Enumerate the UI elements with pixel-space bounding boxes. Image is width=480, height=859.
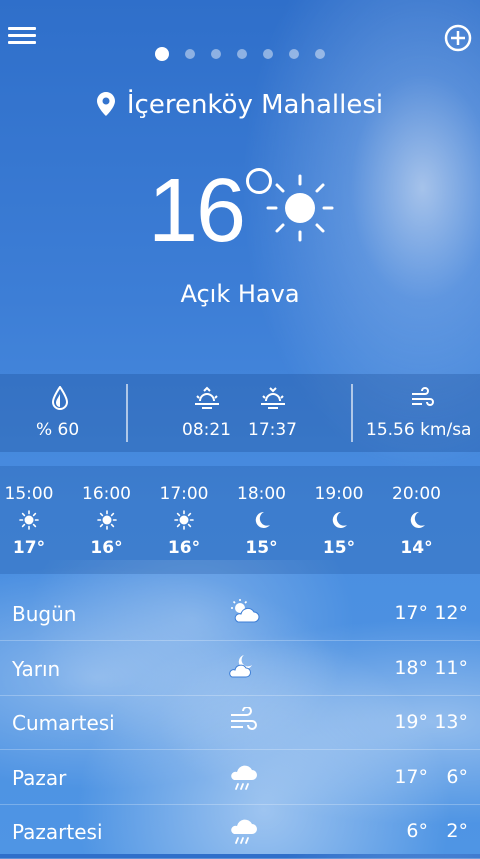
- sun-icon: [174, 510, 194, 534]
- location-header[interactable]: İçerenköy Mahallesi: [0, 90, 480, 120]
- daily-row[interactable]: Bugün 17° 12°: [0, 586, 480, 641]
- page-dot[interactable]: [185, 49, 195, 59]
- hour-temp: 16°: [167, 538, 201, 558]
- daily-row[interactable]: Pazartesi 6° 2°: [0, 804, 480, 859]
- add-location-icon[interactable]: [444, 24, 472, 52]
- day-low: 12°: [434, 602, 468, 624]
- page-indicator: [0, 44, 480, 63]
- daily-row[interactable]: Cumartesi 19° 13°: [0, 695, 480, 750]
- sunrise-icon: [195, 386, 219, 409]
- day-name: Pazar: [12, 765, 67, 790]
- day-low: 6°: [446, 765, 468, 788]
- humidity-value: % 60: [36, 420, 80, 440]
- page-dot[interactable]: [315, 49, 325, 59]
- hour-time: 17:00: [159, 484, 209, 504]
- sun-icon: [96, 510, 117, 534]
- sunrise-time: 08:21: [182, 420, 231, 440]
- partly-cloudy-night-icon: [228, 653, 260, 685]
- sunset-icon: [261, 387, 285, 409]
- stats-bar: % 60 08:21 17:37 15.56 km/sa: [0, 374, 480, 452]
- hour-time: 19:00: [314, 484, 364, 504]
- hour-time: 15:00: [4, 484, 54, 504]
- location-pin-icon: [96, 92, 115, 116]
- hour-time: 2: [460, 484, 480, 504]
- rain-icon: [228, 762, 260, 796]
- sunset-stat: 17:37: [246, 374, 306, 452]
- day-name: Yarın: [12, 656, 61, 681]
- page-dot[interactable]: [237, 49, 247, 59]
- humidity-drop-icon: [52, 386, 68, 410]
- page-dot[interactable]: [211, 49, 221, 59]
- page-dot[interactable]: [289, 49, 299, 59]
- day-high: 19°: [394, 711, 428, 733]
- current-temperature: 16: [148, 161, 246, 261]
- day-low: 2°: [446, 820, 468, 842]
- day-high: 17°: [394, 765, 428, 788]
- hourly-forecast[interactable]: 15:00 17° 16:00 16° 17:00 16° 18:00 15° 19:00 15°…: [0, 466, 480, 574]
- daily-row[interactable]: Yarın 18° 11°: [0, 641, 480, 696]
- hour-temp: 17°: [12, 538, 46, 558]
- stats-divider: [351, 384, 353, 442]
- wind-stat: 15.56 km/sa: [366, 374, 478, 452]
- day-high: 18°: [394, 656, 428, 679]
- hour-time: 16:00: [82, 484, 131, 504]
- top-bar: [0, 0, 480, 76]
- hour-temp: 14°: [400, 538, 433, 558]
- rain-icon: [228, 816, 260, 850]
- sun-icon: [266, 174, 334, 242]
- day-low: 11°: [434, 656, 468, 679]
- moon-icon: [329, 510, 349, 534]
- hour-temp: 15°: [322, 538, 356, 558]
- current-condition: Açık Hava: [180, 280, 300, 308]
- moon-icon: [252, 510, 272, 534]
- sunset-time: 17:37: [248, 420, 297, 440]
- partly-cloudy-day-icon: [228, 598, 260, 630]
- page-dot[interactable]: [263, 49, 273, 59]
- hour-time: 18:00: [237, 484, 286, 504]
- stats-divider: [126, 384, 128, 442]
- wind-icon: [412, 387, 434, 406]
- wind-icon: [228, 706, 258, 737]
- day-low: 13°: [434, 711, 468, 733]
- hour-temp: 16°: [90, 538, 123, 558]
- hour-time: 20:00: [392, 484, 441, 504]
- day-name: Bugün: [12, 602, 77, 626]
- location-name: İçerenköy Mahallesi: [126, 90, 384, 120]
- hour-temp: 15°: [245, 538, 278, 558]
- humidity-stat: % 60: [30, 374, 90, 452]
- day-high: 17°: [394, 602, 428, 624]
- sunrise-stat: 08:21: [178, 374, 238, 452]
- page-dot[interactable]: [155, 47, 169, 61]
- day-name: Cumartesi: [12, 711, 115, 735]
- day-high: 6°: [406, 820, 428, 842]
- moon-icon: [407, 510, 427, 534]
- daily-row[interactable]: Pazar 17° 6°: [0, 750, 480, 805]
- sun-icon: [19, 510, 39, 534]
- day-name: Pazartesi: [12, 820, 103, 844]
- wind-speed: 15.56 km/sa: [366, 420, 472, 440]
